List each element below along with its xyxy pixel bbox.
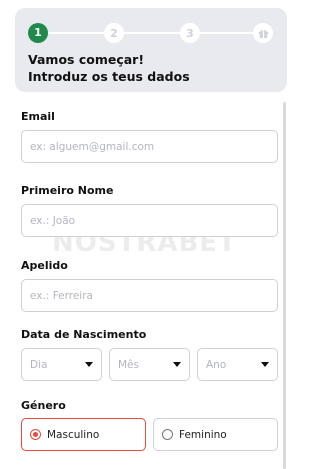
email-label: Email <box>21 110 55 123</box>
birth-month-value: Mês <box>118 358 139 371</box>
scrollbar[interactable] <box>283 102 286 469</box>
radio-unselected-icon <box>162 429 173 440</box>
birth-year-select[interactable]: Ano <box>197 348 278 381</box>
progress-stepper: 1 2 3 <box>15 8 287 56</box>
gender-option-female[interactable]: Feminino <box>153 418 278 451</box>
email-field[interactable] <box>21 130 278 163</box>
chevron-down-icon <box>85 362 93 367</box>
radio-selected-icon <box>30 429 41 440</box>
gift-icon <box>258 29 268 38</box>
first-name-label: Primeiro Nome <box>21 184 114 197</box>
gender-option-label: Feminino <box>179 428 227 441</box>
first-name-field[interactable] <box>21 204 278 237</box>
step-2-indicator: 2 <box>104 23 124 43</box>
birth-month-select[interactable]: Mês <box>109 348 190 381</box>
step-4-indicator <box>253 23 273 43</box>
step-3-indicator: 3 <box>180 23 200 43</box>
gender-option-label: Masculino <box>47 428 100 441</box>
last-name-field[interactable] <box>21 279 278 312</box>
stepper-connector <box>47 32 107 34</box>
registration-header: 1 2 3 Vamos começar! Introduz os teus da… <box>15 8 287 92</box>
chevron-down-icon <box>261 362 269 367</box>
stepper-connector <box>123 32 183 34</box>
gender-option-male[interactable]: Masculino <box>21 418 146 451</box>
birth-day-select[interactable]: Dia <box>21 348 102 381</box>
step-1-indicator: 1 <box>28 23 48 43</box>
birth-date-label: Data de Nascimento <box>21 328 147 341</box>
stepper-connector <box>199 32 259 34</box>
header-subtitle: Introduz os teus dados <box>28 69 190 84</box>
header-title: Vamos começar! <box>28 52 145 67</box>
gender-label: Género <box>21 399 66 412</box>
birth-day-value: Dia <box>30 358 48 371</box>
birth-year-value: Ano <box>206 358 227 371</box>
last-name-label: Apelido <box>21 259 68 272</box>
chevron-down-icon <box>173 362 181 367</box>
